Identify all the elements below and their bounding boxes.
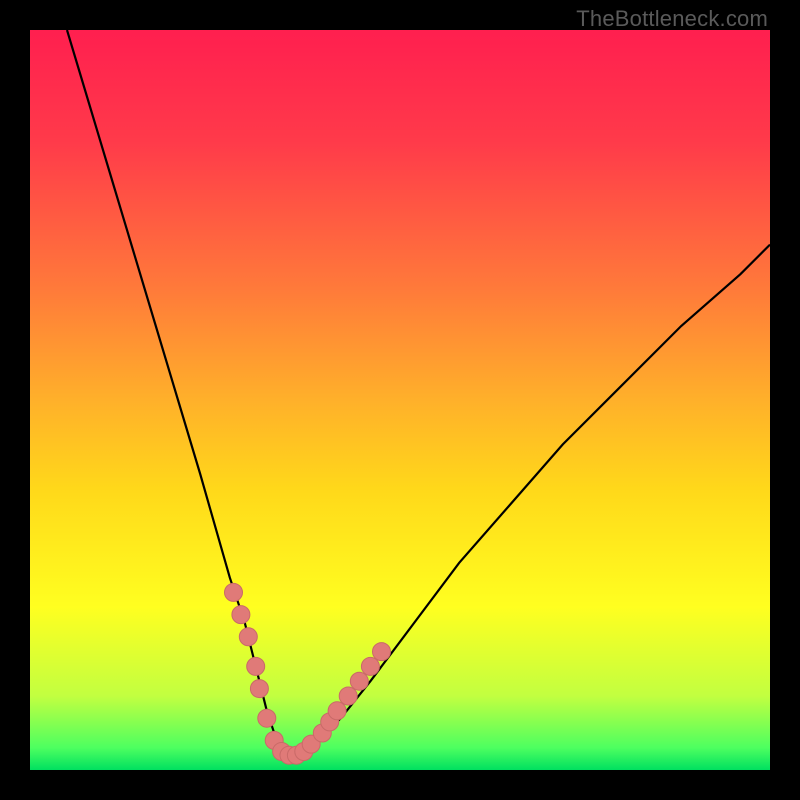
marker-dot	[225, 583, 243, 601]
marker-dot	[328, 702, 346, 720]
marker-dot	[361, 657, 379, 675]
marker-dot	[350, 672, 368, 690]
marker-dot	[339, 687, 357, 705]
marker-dot	[250, 680, 268, 698]
marker-dot	[239, 628, 257, 646]
marker-dot	[373, 643, 391, 661]
credit-watermark: TheBottleneck.com	[576, 6, 768, 32]
gradient-background	[30, 30, 770, 770]
chart-svg	[30, 30, 770, 770]
marker-dot	[247, 657, 265, 675]
chart-frame	[30, 30, 770, 770]
marker-dot	[232, 606, 250, 624]
marker-dot	[258, 709, 276, 727]
